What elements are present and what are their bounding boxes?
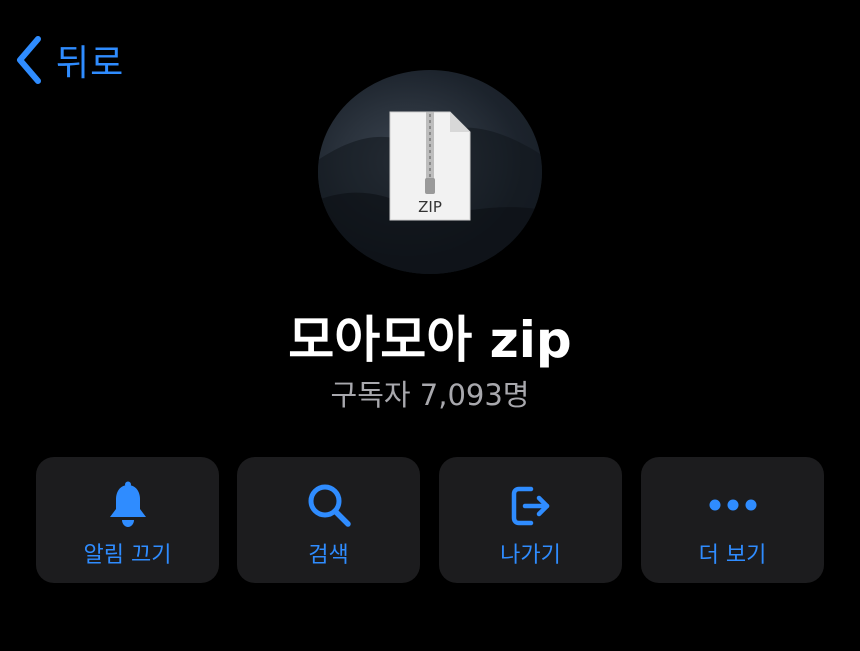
leave-button[interactable]: 나가기: [439, 457, 622, 583]
action-bar: 알림 끄기 검색 나가기 더 보기: [36, 457, 826, 583]
channel-avatar: ZIP: [318, 70, 542, 274]
search-button[interactable]: 검색: [237, 457, 420, 583]
zip-file-icon: ZIP: [388, 110, 472, 226]
more-button[interactable]: 더 보기: [641, 457, 824, 583]
leave-label: 나가기: [500, 543, 561, 568]
more-label: 더 보기: [698, 543, 767, 568]
back-button[interactable]: 뒤로: [14, 34, 124, 86]
svg-text:ZIP: ZIP: [418, 198, 442, 216]
chevron-left-icon: [14, 35, 44, 85]
back-label: 뒤로: [56, 43, 125, 84]
search-label: 검색: [308, 543, 349, 568]
subscriber-count: 구독자 7,093명: [330, 378, 530, 412]
bell-icon: [36, 481, 219, 529]
search-icon: [237, 481, 420, 529]
channel-info-screen: 뒤로 ZIP 모아모아 zip 구독자 7,093명 알림 끄기 검색 나가기 …: [0, 0, 860, 651]
more-icon: [641, 481, 824, 529]
channel-name: 모아모아 zip: [288, 311, 572, 369]
exit-icon: [439, 481, 622, 529]
mute-notifications-label: 알림 끄기: [83, 543, 172, 568]
mute-notifications-button[interactable]: 알림 끄기: [36, 457, 219, 583]
